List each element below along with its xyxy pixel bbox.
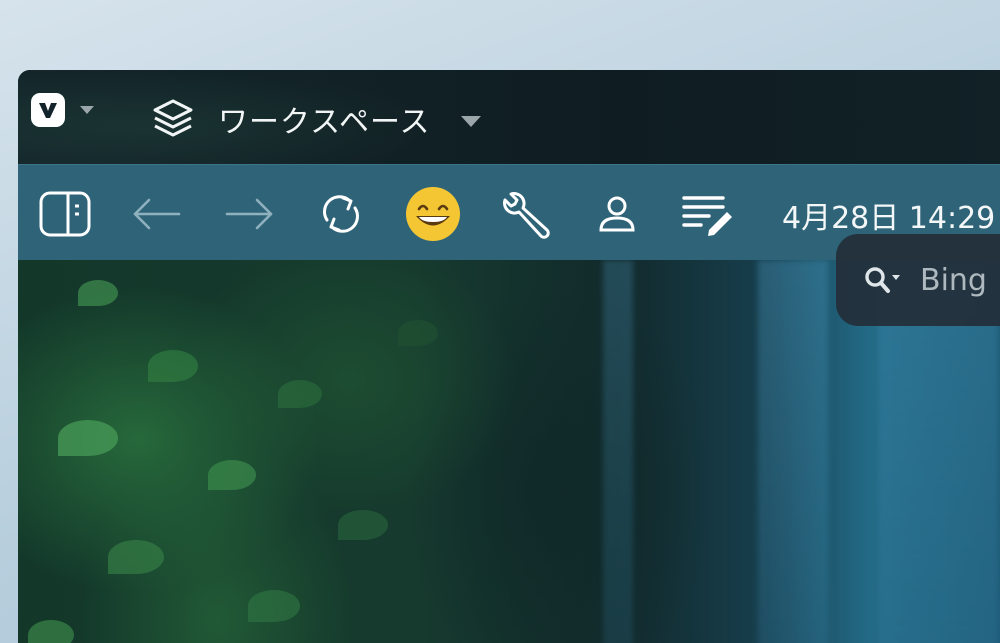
search-placeholder: Bing [920, 262, 987, 298]
layers-icon [150, 96, 196, 142]
grinning-face-icon [406, 187, 460, 241]
vivaldi-logo-icon[interactable] [30, 92, 66, 128]
tools-button[interactable] [496, 185, 554, 243]
search-icon[interactable] [862, 264, 902, 296]
emoji-button[interactable] [404, 185, 462, 243]
workspace-selector[interactable]: ワークスペース [150, 96, 481, 142]
clock: 4月28日 14:29 [782, 201, 996, 236]
workspace-label: ワークスペース [218, 105, 431, 140]
reload-button[interactable] [312, 185, 370, 243]
reload-icon [323, 195, 359, 233]
wrench-icon [503, 192, 550, 239]
arrow-right-icon [225, 198, 273, 230]
browser-window: ワークスペース 4月28日 14:29 Bing [18, 70, 1000, 643]
sidebar-panel-icon [39, 191, 91, 237]
panel-toggle-button[interactable] [36, 185, 94, 243]
title-bar: ワークスペース [18, 70, 1000, 164]
arrow-left-icon [133, 198, 181, 230]
notes-button[interactable] [678, 185, 736, 243]
menu-chevron-down-icon[interactable] [80, 106, 94, 114]
workspace-chevron-down-icon[interactable] [460, 115, 481, 127]
back-button[interactable] [128, 185, 186, 243]
profile-button[interactable] [588, 185, 646, 243]
forward-button[interactable] [220, 185, 278, 243]
user-icon [599, 196, 635, 232]
search-widget[interactable]: Bing [836, 234, 1000, 326]
notes-edit-icon [682, 196, 732, 236]
